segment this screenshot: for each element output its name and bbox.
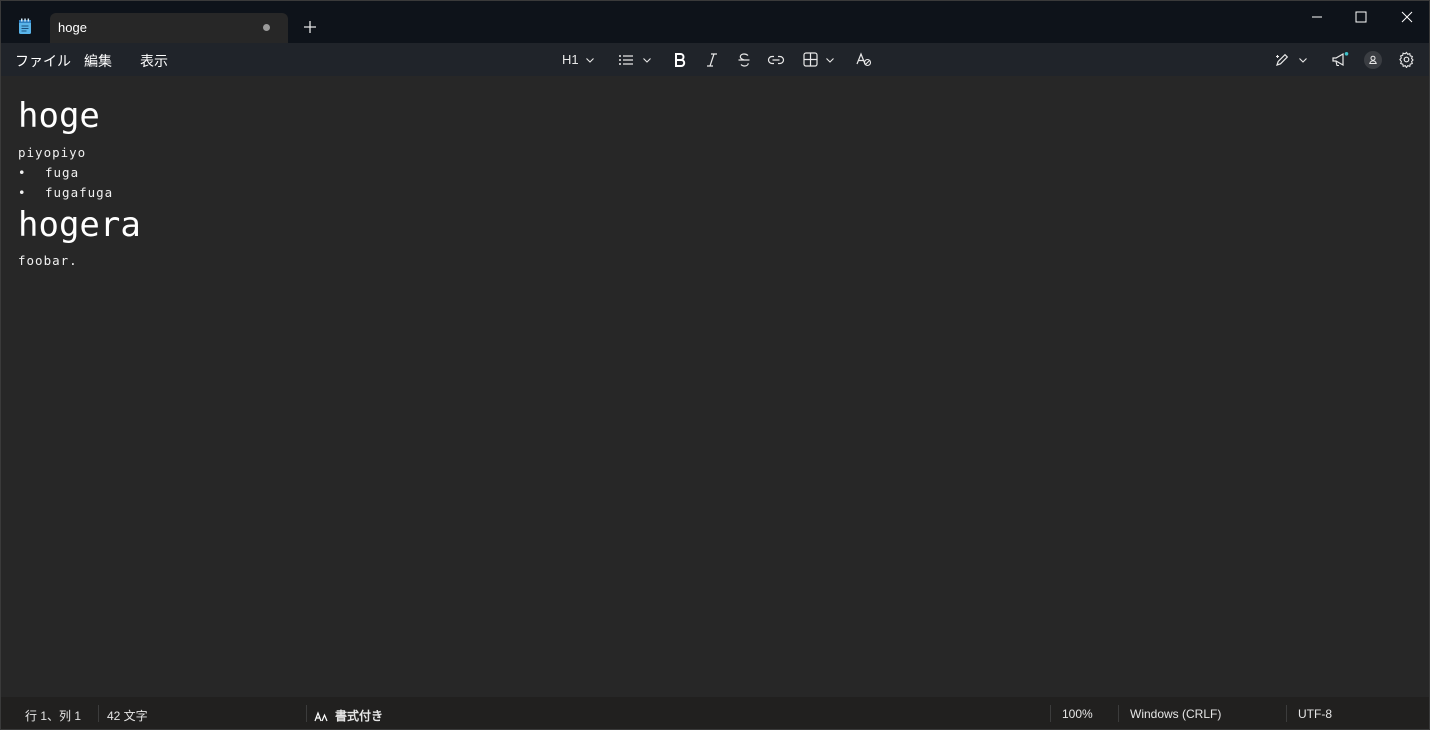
account-icon xyxy=(1364,50,1382,69)
status-divider xyxy=(98,705,99,722)
account-button[interactable] xyxy=(1363,49,1383,70)
paragraph: piyopiyo xyxy=(18,145,87,160)
close-button[interactable] xyxy=(1398,8,1416,26)
new-tab-button[interactable] xyxy=(300,17,320,37)
list-item: • fugafuga xyxy=(18,183,141,203)
link-button[interactable] xyxy=(767,49,785,70)
heading-1: hoge xyxy=(18,96,100,136)
list-item-text: fugafuga xyxy=(45,185,114,200)
bold-button[interactable] xyxy=(673,49,687,70)
character-count[interactable]: 42 文字 xyxy=(107,707,148,724)
chevron-down-icon xyxy=(643,57,651,63)
minimize-icon xyxy=(1312,16,1322,18)
settings-button[interactable] xyxy=(1398,49,1415,70)
copilot-pen-icon xyxy=(1276,53,1289,66)
plus-icon xyxy=(304,21,316,33)
bullet-marker: • xyxy=(18,185,27,200)
whats-new-button[interactable] xyxy=(1331,49,1349,70)
maximize-button[interactable] xyxy=(1352,8,1370,26)
line-ending[interactable]: Windows (CRLF) xyxy=(1130,707,1221,721)
chevron-down-icon xyxy=(585,57,594,63)
document-content[interactable]: hoge piyopiyo • fuga • fugafuga hogera f… xyxy=(18,96,141,271)
link-icon xyxy=(767,55,785,64)
encoding[interactable]: UTF-8 xyxy=(1298,707,1332,721)
clear-formatting-icon xyxy=(856,52,872,67)
gear-icon xyxy=(1399,51,1414,68)
table-dropdown[interactable] xyxy=(803,49,835,70)
bullet-marker: • xyxy=(18,165,27,180)
close-icon xyxy=(1401,11,1413,23)
status-divider xyxy=(1286,705,1287,722)
strikethrough-button[interactable] xyxy=(737,49,751,70)
list-dropdown[interactable] xyxy=(618,49,652,70)
notepad-icon xyxy=(18,18,32,35)
tab-title: hoge xyxy=(58,20,87,35)
formatting-icon xyxy=(314,710,328,721)
megaphone-icon xyxy=(1332,51,1349,66)
italic-icon xyxy=(707,52,717,67)
menu-file[interactable]: ファイル xyxy=(15,51,71,71)
list-item-text: fuga xyxy=(45,165,80,180)
menu-edit[interactable]: 編集 xyxy=(84,51,112,71)
format-toggle[interactable]: 書式付き xyxy=(314,707,383,724)
status-divider xyxy=(1050,705,1051,722)
chevron-down-icon xyxy=(1299,57,1307,63)
status-divider xyxy=(306,705,307,722)
chevron-down-icon xyxy=(826,57,834,63)
heading-level-label: H1 xyxy=(562,52,579,67)
status-bar: 行 1、列 1 42 文字 書式付き 100% Windows (CRLF) U… xyxy=(1,697,1429,729)
editor-area[interactable]: hoge piyopiyo • fuga • fugafuga hogera f… xyxy=(1,76,1429,697)
status-divider xyxy=(1118,705,1119,722)
notepad-window: hoge ファイル 編集 表示 H1 hoge piyopiyo • fuga … xyxy=(0,0,1430,730)
format-label: 書式付き xyxy=(335,709,384,723)
cursor-position[interactable]: 行 1、列 1 xyxy=(25,707,81,724)
minimize-button[interactable] xyxy=(1308,8,1326,26)
table-icon xyxy=(803,52,818,67)
copilot-dropdown[interactable] xyxy=(1274,49,1308,70)
bold-icon xyxy=(675,52,686,67)
unsaved-dot-icon[interactable] xyxy=(263,24,270,31)
maximize-icon xyxy=(1355,11,1367,23)
heading-2: hogera xyxy=(18,205,141,245)
menu-bar: ファイル 編集 表示 H1 xyxy=(1,43,1429,76)
clear-formatting-button[interactable] xyxy=(856,49,872,70)
bullet-list-icon xyxy=(619,54,633,65)
list-item: • fuga xyxy=(18,163,141,183)
menu-view[interactable]: 表示 xyxy=(140,51,168,71)
strikethrough-icon xyxy=(738,52,750,67)
zoom-level[interactable]: 100% xyxy=(1062,707,1093,721)
tab-hoge[interactable]: hoge xyxy=(50,13,288,43)
title-bar: hoge xyxy=(1,1,1429,43)
italic-button[interactable] xyxy=(705,49,719,70)
paragraph: foobar. xyxy=(18,253,78,268)
heading-dropdown[interactable]: H1 xyxy=(562,49,595,70)
